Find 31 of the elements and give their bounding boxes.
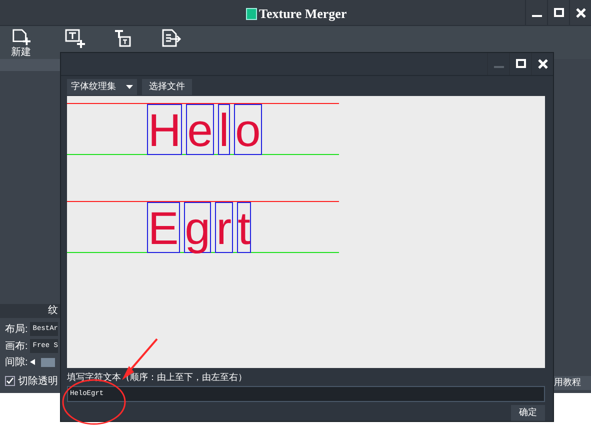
tutorial-button[interactable]: 用教程	[553, 376, 591, 390]
ok-button[interactable]: 确定	[511, 404, 545, 421]
close-icon	[576, 8, 586, 18]
app-icon	[246, 8, 257, 20]
export-icon	[160, 28, 182, 48]
new-file-icon	[10, 28, 32, 47]
glyph: o	[234, 104, 262, 155]
glyph: l	[218, 104, 230, 155]
slider-handle[interactable]	[40, 358, 55, 366]
glyph: t	[236, 202, 252, 253]
checkbox[interactable]	[5, 376, 15, 386]
glyph: E	[147, 202, 180, 253]
checkbox-label: 切除透明	[18, 374, 58, 388]
field-label: 间隙:	[5, 356, 28, 370]
glyph: H	[147, 104, 182, 155]
choose-file-button[interactable]: 选择文件	[142, 78, 192, 95]
left-arrow-icon	[30, 359, 35, 365]
panel-header	[0, 59, 60, 71]
dropdown[interactable]: 字体纹理集	[67, 78, 137, 95]
glyph: r	[215, 202, 233, 253]
close-icon	[538, 58, 548, 69]
glyph: g	[184, 202, 212, 253]
field-label: 画布:	[5, 340, 28, 354]
add-text-icon	[64, 28, 86, 48]
caret-icon	[126, 84, 133, 89]
panel-heading: 纹	[0, 304, 60, 318]
toolbar-button[interactable]: 新建	[8, 28, 34, 59]
field-label: 布局:	[5, 322, 28, 336]
glyph: e	[186, 104, 214, 155]
window-title: Texture Merger	[259, 5, 347, 23]
text-icon	[112, 28, 134, 48]
